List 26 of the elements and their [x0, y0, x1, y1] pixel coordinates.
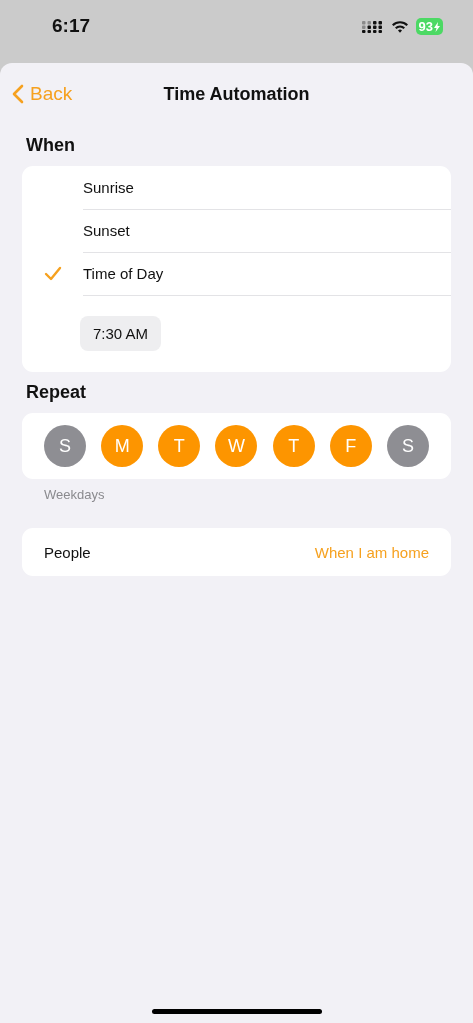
day-toggle[interactable]: M	[101, 425, 144, 467]
option-label[interactable]: Time of Day	[83, 251, 451, 296]
chevron-left-icon	[12, 84, 24, 104]
back-button[interactable]: Back	[12, 83, 73, 105]
day-toggle[interactable]: W	[215, 425, 258, 467]
option-label[interactable]: Sunrise	[83, 165, 451, 210]
people-row[interactable]: People When I am home	[22, 528, 451, 576]
bolt-icon	[434, 21, 440, 32]
checkmark-icon	[43, 266, 62, 281]
status-time: 6:17	[52, 15, 91, 37]
day-toggle[interactable]: S	[386, 425, 429, 467]
repeat-summary: Weekdays	[43, 486, 106, 504]
time-picker-button[interactable]: 7:30 AM	[80, 316, 162, 351]
day-toggle[interactable]: T	[272, 425, 315, 467]
screen-title: Time Automation	[163, 83, 310, 105]
day-toggle[interactable]: F	[329, 425, 372, 467]
battery-indicator: 93	[415, 18, 443, 35]
signal-icon	[361, 20, 384, 33]
section-header: When	[25, 134, 76, 157]
option-label[interactable]: Sunset	[83, 208, 451, 253]
wifi-icon	[390, 20, 409, 33]
day-toggle[interactable]: T	[158, 425, 201, 467]
section-header: Repeat	[25, 381, 88, 404]
day-toggle[interactable]: S	[44, 425, 86, 467]
people-label: People	[44, 543, 91, 561]
people-value: When I am home	[314, 543, 429, 561]
